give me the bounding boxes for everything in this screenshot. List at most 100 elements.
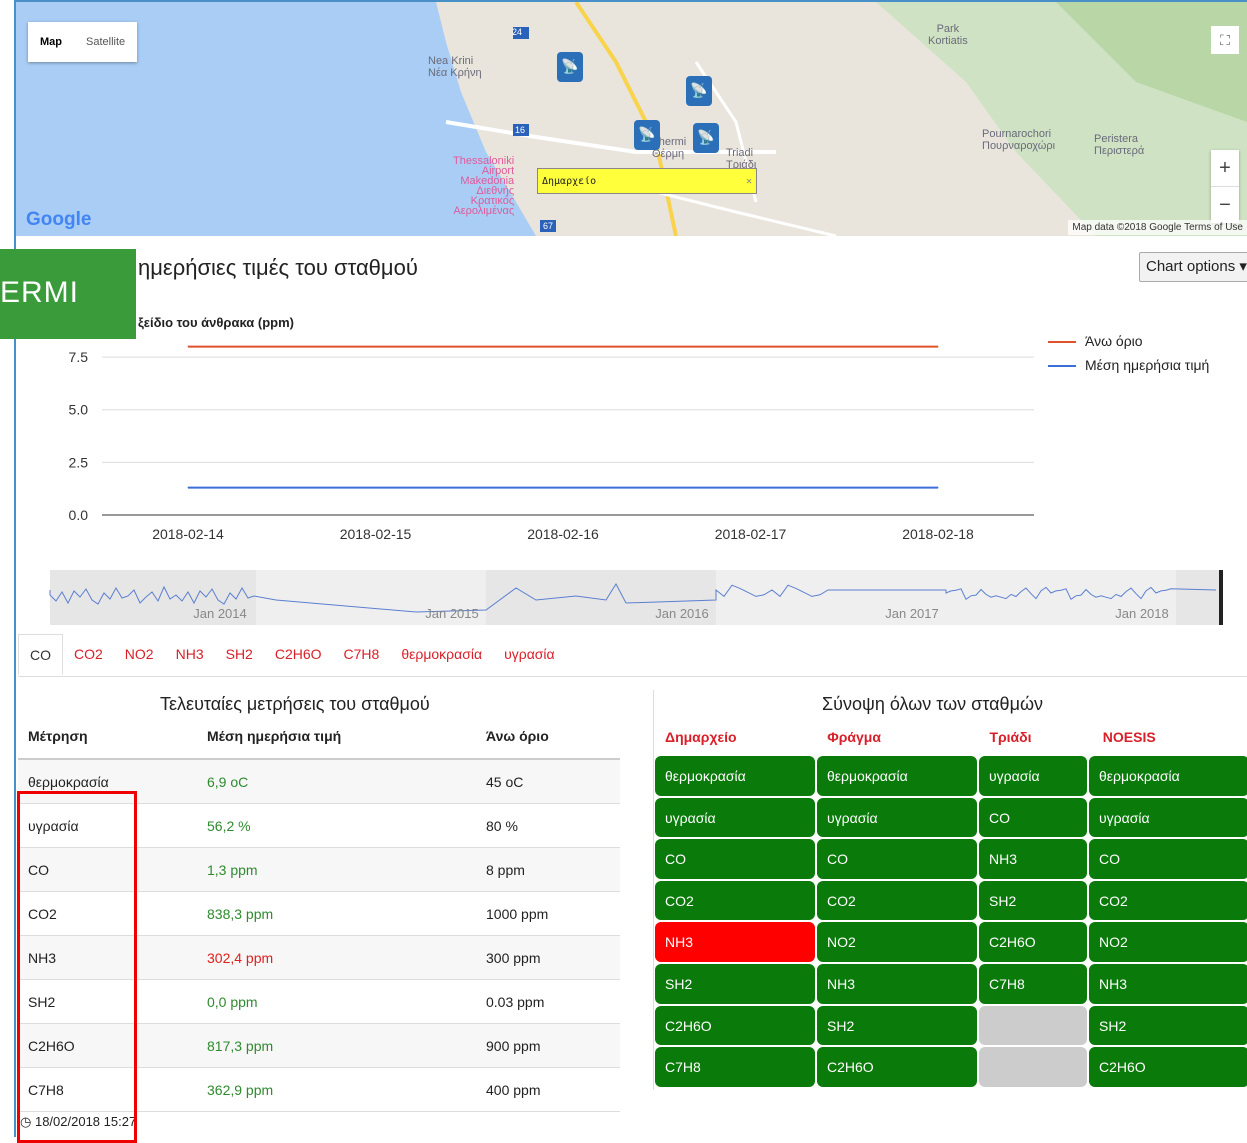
zoom-in-button[interactable]: + xyxy=(1211,150,1239,186)
legend-entry[interactable]: Μέση ημερήσια τιμή xyxy=(1085,356,1215,374)
station-marker-icon[interactable]: 📡 xyxy=(686,76,712,106)
station-marker-icon[interactable]: 📡 xyxy=(557,52,583,82)
column-header: Μέτρηση xyxy=(18,714,197,760)
legend-entry[interactable]: Άνω όριο xyxy=(1085,332,1215,350)
cell-limit: 300 ppm xyxy=(476,935,620,980)
status-cell: SH2 xyxy=(1089,1005,1247,1046)
summary-row: C7H8 C2H6O C2H6O xyxy=(655,1047,1247,1089)
status-cell: CO2 xyxy=(655,880,815,921)
x-tick-label: 2018-02-16 xyxy=(527,526,599,542)
tab-c7h8[interactable]: C7H8 xyxy=(333,634,391,676)
summary-title: Σύνοψη όλων των σταθμών xyxy=(822,694,1043,714)
status-cell: SH2 xyxy=(655,963,815,1004)
tab-υγρασία[interactable]: υγρασία xyxy=(493,634,566,676)
cell-limit: 400 ppm xyxy=(476,1067,620,1112)
station-column-header[interactable]: Δημαρχείο xyxy=(655,716,817,756)
station-column-header[interactable]: Τριάδι xyxy=(979,716,1092,756)
station-marker-icon[interactable]: 📡 xyxy=(634,120,660,150)
navigator-handle xyxy=(1219,570,1223,625)
pollutant-tabs: CO CO2 NO2 NH3 SH2 C2H6O C7H8 θερμοκρασία υγρασί… xyxy=(18,634,1247,677)
summary-row: CO CO NH3 CO xyxy=(655,839,1247,881)
summary-row: υγρασία υγρασία CO υγρασία xyxy=(655,797,1247,840)
chart: 7.5 5.0 2.5 0.0 2018-02-14 2018-02-15 2018-02-… xyxy=(16,300,1247,630)
status-cell: CO2 xyxy=(1089,880,1247,921)
station-column-header[interactable]: Φράγμα xyxy=(817,716,979,756)
status-cell: NH3 xyxy=(979,839,1087,879)
tab-c2h6o[interactable]: C2H6O xyxy=(264,634,333,676)
cell-value: 817,3 ppm xyxy=(197,1023,476,1068)
status-cell: NO2 xyxy=(817,922,977,962)
cell-value: 838,3 ppm xyxy=(197,891,476,936)
map-attribution[interactable]: Map data ©2018 Google Terms of Use xyxy=(1068,220,1247,235)
chart-options-button[interactable]: Chart options ▾ xyxy=(1139,252,1247,282)
x-tick-label: 2018-02-15 xyxy=(340,526,412,542)
summary-row: CO2 CO2 SH2 CO2 xyxy=(655,880,1247,923)
status-cell: CO xyxy=(979,797,1087,838)
tab-no2[interactable]: NO2 xyxy=(114,634,165,676)
data-point xyxy=(375,346,376,348)
road-24-label: 24 xyxy=(512,27,523,37)
divider xyxy=(653,690,654,1090)
status-cell: θερμοκρασία xyxy=(655,756,815,796)
data-point xyxy=(187,487,189,489)
cell-limit: 900 ppm xyxy=(476,1023,620,1068)
status-cell: υγρασία xyxy=(979,756,1087,796)
y-tick-label: 5.0 xyxy=(69,402,89,418)
station-marker-icon[interactable]: 📡 xyxy=(693,123,719,153)
data-point xyxy=(375,487,376,489)
tab-sh2[interactable]: SH2 xyxy=(215,634,264,676)
status-cell: θερμοκρασία xyxy=(1089,756,1247,796)
line-chart: 7.5 5.0 2.5 0.0 2018-02-14 2018-02-15 2018-02-… xyxy=(49,341,1223,625)
stations-summary: Δημαρχείο Φράγμα Τριάδι NOESIS θερμοκρασία θ… xyxy=(655,716,1247,1089)
station-column-header[interactable]: NOESIS xyxy=(1093,716,1247,756)
status-cell: C7H8 xyxy=(979,963,1087,1004)
data-point xyxy=(750,346,751,348)
zoom-out-button[interactable]: − xyxy=(1211,186,1239,223)
fullscreen-icon[interactable]: ⛶ xyxy=(1211,26,1239,54)
summary-row: C2H6O SH2 SH2 xyxy=(655,1005,1247,1048)
column-header: Μέση ημερήσια τιμή xyxy=(197,714,476,760)
map-label-park: Park Kortiatis xyxy=(928,23,968,47)
tab-nh3[interactable]: NH3 xyxy=(165,634,215,676)
map-label-nea-krini: Nea Krini Νέα Κρήνη xyxy=(428,55,482,79)
cell-value: 1,3 ppm xyxy=(197,847,476,892)
status-cell: NH3 xyxy=(655,922,815,962)
tab-θερμοκρασία[interactable]: θερμοκρασία xyxy=(390,634,493,676)
map-type-satellite-button[interactable]: Satellite xyxy=(74,22,137,62)
status-cell: CO xyxy=(1089,839,1247,879)
map-type-map-button[interactable]: Map xyxy=(28,22,74,62)
status-cell: υγρασία xyxy=(817,797,977,838)
y-tick-label: 2.5 xyxy=(69,454,89,470)
table-header-row: Μέτρηση Μέση ημερήσια τιμή Άνω όριο xyxy=(18,714,620,760)
road-67-label: 67 xyxy=(543,221,554,231)
cell-value: 56,2 % xyxy=(197,803,476,848)
status-cell: υγρασία xyxy=(1089,797,1247,838)
chart-legend: Άνω όριο Μέση ημερήσια τιμή xyxy=(1085,332,1215,380)
highlight-box xyxy=(17,791,137,1143)
data-point xyxy=(187,346,189,348)
status-cell: SH2 xyxy=(817,1005,977,1046)
status-cell: NO2 xyxy=(1089,922,1247,962)
data-point xyxy=(562,346,564,348)
status-cell: SH2 xyxy=(979,880,1087,921)
status-cell: C2H6O xyxy=(655,1005,815,1046)
status-cell: C2H6O xyxy=(817,1047,977,1087)
station-map[interactable]: 24 16 67 Map Satellite ⛶ Nea Krini Νέα Κ… xyxy=(16,2,1247,236)
status-cell xyxy=(979,1005,1087,1046)
summary-row: NH3 NO2 C2H6O NO2 xyxy=(655,922,1247,964)
zoom-control: + − xyxy=(1211,150,1239,223)
navigator-label: Jan 2016 xyxy=(655,606,709,621)
tab-co2[interactable]: CO2 xyxy=(63,634,114,676)
status-cell: NH3 xyxy=(1089,963,1247,1004)
latest-measurements-title: Τελευταίες μετρήσεις του σταθμού xyxy=(160,694,430,714)
y-tick-label: 7.5 xyxy=(69,349,89,365)
cell-limit: 45 oC xyxy=(476,759,620,804)
column-header: Άνω όριο xyxy=(476,714,620,760)
tab-co[interactable]: CO xyxy=(18,634,63,675)
popup-close-icon[interactable]: ✕ xyxy=(746,169,752,195)
cell-value: 362,9 ppm xyxy=(197,1067,476,1112)
status-cell: C7H8 xyxy=(655,1047,815,1087)
status-cell: NH3 xyxy=(817,963,977,1004)
cell-limit: 8 ppm xyxy=(476,847,620,892)
summary-row: θερμοκρασία θερμοκρασία υγρασία θερμοκρασία xyxy=(655,756,1247,798)
